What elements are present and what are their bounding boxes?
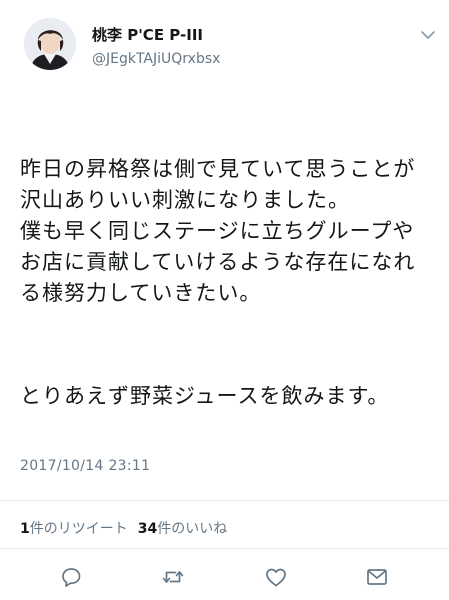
tweet-text: 昨日の昇格祭は側で見ていて思うことが沢山ありいい刺激になりました。 僕も早く同じ… [20,92,432,484]
like-icon[interactable] [261,562,291,592]
retweet-count: 1 [20,521,30,537]
tweet-stats: 1件のリツイート 34件のいいね [20,518,227,538]
retweet-stat[interactable]: 1件のリツイート [20,521,128,537]
chevron-down-icon[interactable] [420,26,436,39]
tweet-paragraph: 昨日の昇格祭は側で見ていて思うことが沢山ありいい刺激になりました。 僕も早く同じ… [20,157,416,305]
divider [0,548,449,549]
divider [0,500,449,501]
tweet-paragraph: とりあえず野菜ジュースを飲みます。 [20,384,390,408]
avatar[interactable] [24,18,76,70]
tweet-card: 桃李 P'CE P-III @JEgkTAJiUQrxbsx 昨日の昇格祭は側で… [0,0,449,600]
user-names: 桃李 P'CE P-III @JEgkTAJiUQrxbsx [92,24,220,67]
reply-icon[interactable] [56,562,86,592]
like-label: 件のいいね [157,521,228,537]
tweet-timestamp[interactable]: 2017/10/14 23:11 [20,458,150,474]
retweet-label: 件のリツイート [29,521,128,537]
retweet-icon[interactable] [158,562,188,592]
display-name[interactable]: 桃李 P'CE P-III [92,24,220,45]
like-count: 34 [137,521,158,537]
user-handle[interactable]: @JEgkTAJiUQrxbsx [92,51,220,67]
action-bar [0,562,449,592]
tweet-header: 桃李 P'CE P-III @JEgkTAJiUQrxbsx [20,18,440,80]
dm-icon[interactable] [362,562,392,592]
like-stat[interactable]: 34件のいいね [138,521,227,537]
avatar-image [24,18,76,70]
